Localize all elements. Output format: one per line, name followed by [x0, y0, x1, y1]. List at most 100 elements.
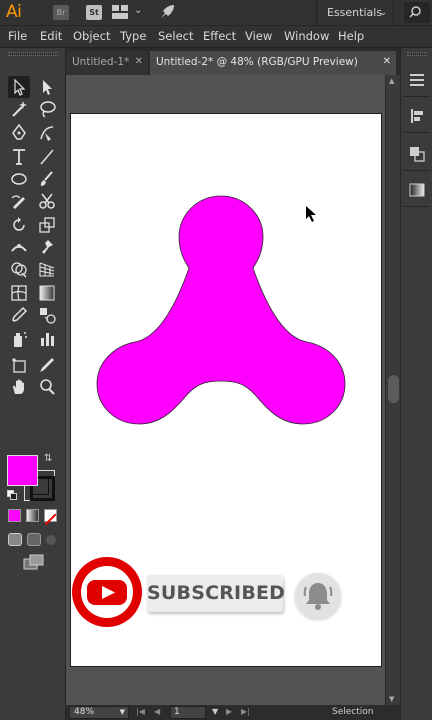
- draw-inside-icon[interactable]: [46, 535, 56, 545]
- bell-icon: [303, 583, 333, 610]
- menu-window[interactable]: Window: [284, 29, 329, 43]
- magic-wand-tool-icon[interactable]: [8, 98, 30, 120]
- menu-object[interactable]: Object: [73, 29, 110, 43]
- previous-artboard-icon[interactable]: ◀: [154, 707, 160, 716]
- selection-tool-icon[interactable]: [8, 76, 30, 98]
- subscribed-button[interactable]: SUBSCRIBED: [147, 575, 285, 612]
- default-fill-stroke-icon[interactable]: [7, 490, 17, 500]
- gradient-tool-icon[interactable]: [36, 282, 58, 304]
- hand-tool-icon[interactable]: [8, 376, 30, 398]
- bridge-button[interactable]: Br: [53, 5, 69, 20]
- gradient-panel-icon[interactable]: [409, 182, 425, 198]
- panel-menu-icon[interactable]: [410, 74, 424, 86]
- close-icon[interactable]: ✕: [135, 51, 143, 73]
- scissors-tool-icon[interactable]: [36, 190, 58, 212]
- symbol-sprayer-tool-icon[interactable]: [8, 328, 30, 350]
- chevron-down-icon: ▼: [119, 708, 125, 716]
- divider: [404, 132, 430, 133]
- mesh-tool-icon[interactable]: [8, 282, 30, 304]
- menu-edit[interactable]: Edit: [40, 29, 62, 43]
- artboard[interactable]: SUBSCRIBED: [70, 113, 382, 667]
- ellipse-tool-icon[interactable]: [8, 168, 30, 190]
- none-slash-icon: [44, 513, 57, 526]
- scale-tool-icon[interactable]: [36, 214, 58, 236]
- swap-fill-stroke-icon[interactable]: ⇅: [44, 453, 52, 464]
- color-mode-button[interactable]: [8, 509, 21, 522]
- workspace-switcher[interactable]: Essentials ⌄: [316, 0, 394, 26]
- magenta-tri-lobe-shape[interactable]: [95, 192, 347, 428]
- current-tool-label: Selection: [332, 707, 374, 717]
- search-icon: [409, 6, 421, 18]
- last-artboard-icon[interactable]: ▶|: [241, 707, 250, 716]
- fill-color-swatch[interactable]: [7, 455, 38, 486]
- status-bar: 48% ▼ |◀ ◀ 1 ▼ ▶ ▶| Selection: [66, 705, 400, 720]
- chevron-down-icon[interactable]: ▼: [212, 707, 218, 716]
- artboard-number: 1: [174, 707, 180, 717]
- scrollbar-thumb[interactable]: [388, 375, 399, 403]
- draw-normal-icon[interactable]: [8, 533, 22, 546]
- divider: [404, 96, 430, 97]
- column-graph-tool-icon[interactable]: [36, 328, 58, 350]
- menu-file[interactable]: File: [8, 29, 27, 43]
- workspace-label: Essentials: [327, 6, 383, 19]
- puppet-warp-tool-icon[interactable]: [36, 236, 58, 258]
- rotate-tool-icon[interactable]: [8, 214, 30, 236]
- pen-tool-icon[interactable]: [8, 122, 30, 144]
- align-panel-icon[interactable]: [409, 108, 425, 124]
- document-tabs: Untitled-1* ✕ Untitled-2* @ 48% (RGB/GPU…: [66, 48, 400, 75]
- panel-grip[interactable]: [407, 52, 427, 56]
- none-mode-button[interactable]: [44, 509, 57, 526]
- menu-bar: File Edit Object Type Select Effect View…: [0, 26, 432, 48]
- change-screen-mode-icon[interactable]: [23, 554, 45, 570]
- tab-untitled-2[interactable]: Untitled-2* @ 48% (RGB/GPU Preview) ✕: [150, 51, 396, 75]
- shape-builder-tool-icon[interactable]: [8, 258, 30, 280]
- menu-view[interactable]: View: [245, 29, 272, 43]
- chevron-down-icon[interactable]: ⌄: [134, 5, 142, 16]
- scroll-down-icon[interactable]: ▼: [389, 695, 394, 703]
- search-help-field[interactable]: [404, 2, 430, 23]
- first-artboard-icon[interactable]: |◀: [136, 707, 145, 716]
- menu-type[interactable]: Type: [120, 29, 146, 43]
- tools-panel: ⇅: [0, 48, 66, 720]
- stock-button[interactable]: St: [86, 5, 102, 20]
- youtube-icon[interactable]: [71, 556, 143, 628]
- menu-effect[interactable]: Effect: [203, 29, 236, 43]
- pathfinder-panel-icon[interactable]: [409, 146, 425, 162]
- zoom-level-select[interactable]: 48% ▼: [69, 706, 129, 719]
- lasso-tool-icon[interactable]: [36, 98, 58, 120]
- line-segment-tool-icon[interactable]: [36, 146, 58, 168]
- right-panel-dock: [400, 48, 432, 720]
- blend-tool-icon[interactable]: [36, 304, 58, 326]
- next-artboard-icon[interactable]: ▶: [226, 707, 232, 716]
- menu-select[interactable]: Select: [158, 29, 193, 43]
- width-tool-icon[interactable]: [8, 236, 30, 258]
- type-tool-icon[interactable]: [8, 146, 30, 168]
- vertical-scrollbar[interactable]: ▲ ▼: [385, 75, 400, 705]
- arrange-documents-icon[interactable]: [112, 5, 128, 19]
- chevron-down-icon: ⌄: [379, 8, 387, 18]
- tab-untitled-1[interactable]: Untitled-1* ✕: [66, 51, 149, 75]
- gpu-performance-rocket-icon[interactable]: [158, 3, 176, 21]
- zoom-tool-icon[interactable]: [36, 376, 58, 398]
- canvas-area[interactable]: SUBSCRIBED: [66, 75, 385, 705]
- artboard-number-field[interactable]: 1: [170, 706, 206, 719]
- close-icon[interactable]: ✕: [383, 51, 391, 73]
- notification-bell-button[interactable]: [295, 573, 341, 619]
- perspective-grid-tool-icon[interactable]: [36, 258, 58, 280]
- eyedropper-tool-icon[interactable]: [8, 304, 30, 326]
- draw-behind-icon[interactable]: [27, 533, 41, 546]
- direct-selection-tool-icon[interactable]: [36, 76, 58, 98]
- panel-grip[interactable]: [8, 52, 58, 56]
- divider: [404, 206, 430, 207]
- slice-tool-icon[interactable]: [36, 354, 58, 376]
- scroll-up-icon[interactable]: ▲: [389, 77, 394, 85]
- illustrator-logo: Ai: [6, 2, 22, 22]
- shaper-tool-icon[interactable]: [8, 190, 30, 212]
- paintbrush-tool-icon[interactable]: [36, 168, 58, 190]
- gradient-mode-button[interactable]: [26, 509, 39, 522]
- curvature-tool-icon[interactable]: [36, 122, 58, 144]
- menu-help[interactable]: Help: [338, 29, 364, 43]
- artboard-tool-icon[interactable]: [8, 354, 30, 376]
- divider: [404, 170, 430, 171]
- application-bar: Ai Br St ⌄ Essentials ⌄: [0, 0, 432, 26]
